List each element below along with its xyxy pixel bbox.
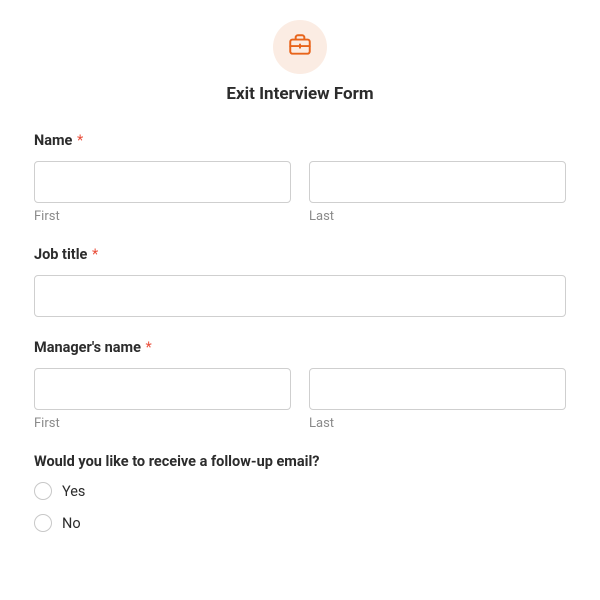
field-name: Name * First Last <box>34 132 566 224</box>
required-marker: * <box>77 132 83 149</box>
name-label: Name * <box>34 132 566 149</box>
form-title: Exit Interview Form <box>34 84 566 104</box>
manager-first-sublabel: First <box>34 416 291 431</box>
manager-first-input[interactable] <box>34 368 291 410</box>
name-first-sublabel: First <box>34 209 291 224</box>
name-last-sublabel: Last <box>309 209 566 224</box>
field-followup: Would you like to receive a follow-up em… <box>34 453 566 532</box>
name-first-input[interactable] <box>34 161 291 203</box>
field-job-title: Job title * <box>34 246 566 317</box>
job-title-label-text: Job title <box>34 246 87 263</box>
job-title-label: Job title * <box>34 246 566 263</box>
manager-label-text: Manager's name <box>34 339 141 356</box>
followup-radio-group: Yes No <box>34 482 566 532</box>
radio-icon <box>34 514 52 532</box>
followup-label: Would you like to receive a follow-up em… <box>34 453 566 470</box>
name-last-input[interactable] <box>309 161 566 203</box>
field-manager: Manager's name * First Last <box>34 339 566 431</box>
radio-icon <box>34 482 52 500</box>
manager-last-sublabel: Last <box>309 416 566 431</box>
followup-no-label: No <box>62 515 81 532</box>
header-icon-circle <box>273 20 327 74</box>
followup-radio-yes[interactable]: Yes <box>34 482 566 500</box>
followup-yes-label: Yes <box>62 483 85 500</box>
followup-radio-no[interactable]: No <box>34 514 566 532</box>
manager-last-input[interactable] <box>309 368 566 410</box>
form-header: Exit Interview Form <box>34 20 566 104</box>
name-label-text: Name <box>34 132 72 149</box>
briefcase-icon <box>287 32 313 62</box>
required-marker: * <box>92 246 98 263</box>
form-container: Exit Interview Form Name * First Last Jo… <box>0 0 600 532</box>
required-marker: * <box>146 339 152 356</box>
manager-label: Manager's name * <box>34 339 566 356</box>
job-title-input[interactable] <box>34 275 566 317</box>
